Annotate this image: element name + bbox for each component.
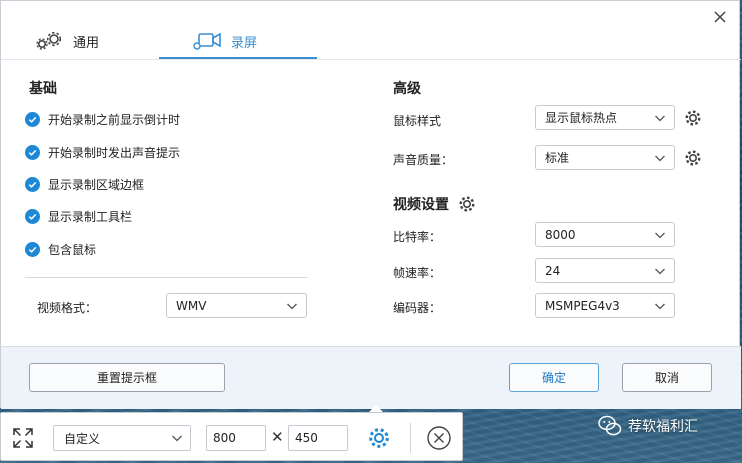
option-label: 显示录制区域边框 xyxy=(48,178,145,192)
toolbar-separator xyxy=(410,423,411,453)
width-value: 800 xyxy=(213,431,236,445)
ok-button[interactable]: 确定 xyxy=(509,363,599,392)
video-settings-label: 视频设置 xyxy=(393,197,449,213)
chevron-down-icon xyxy=(655,155,665,162)
tab-divider xyxy=(1,59,741,60)
advanced-section-title: 高级 xyxy=(393,81,421,97)
chevron-down-icon xyxy=(655,303,665,310)
audio-quality-label: 声音质量： xyxy=(393,153,454,167)
gear-icon[interactable] xyxy=(457,194,477,214)
mouse-style-value: 显示鼠标热点 xyxy=(545,111,618,125)
option-region-border[interactable]: 显示录制区域边框 xyxy=(25,176,144,193)
mouse-style-select[interactable]: 显示鼠标热点 xyxy=(535,105,675,130)
video-format-value: WMV xyxy=(176,298,207,313)
framerate-label: 帧速率： xyxy=(393,266,442,280)
gear-icon[interactable] xyxy=(683,108,703,128)
size-preset-value: 自定义 xyxy=(64,431,101,446)
checkbox-checked-icon xyxy=(25,145,40,160)
option-label: 开始录制时发出声音提示 xyxy=(48,146,181,160)
encoder-select[interactable]: MSMPEG4v3 xyxy=(535,293,675,318)
reset-prompts-button[interactable]: 重置提示框 xyxy=(29,363,225,392)
encoder-value: MSMPEG4v3 xyxy=(545,298,620,313)
times-symbol: ✕ xyxy=(271,428,284,446)
checkbox-checked-icon xyxy=(25,242,40,257)
option-label: 包含鼠标 xyxy=(48,243,97,257)
section-divider xyxy=(25,277,308,278)
video-settings-title: 视频设置 xyxy=(393,194,477,214)
bitrate-value: 8000 xyxy=(545,227,576,242)
video-camera-icon xyxy=(193,32,221,50)
tab-bar: 通用 录屏 xyxy=(1,1,741,60)
gear-icon[interactable] xyxy=(366,425,392,451)
expand-icon[interactable] xyxy=(11,426,35,450)
gear-pair-icon xyxy=(36,31,62,50)
option-include-mouse[interactable]: 包含鼠标 xyxy=(25,241,96,258)
recording-toolbar: 自定义 800 ✕ 450 xyxy=(0,412,463,461)
framerate-select[interactable]: 24 xyxy=(535,258,675,283)
watermark: 荐软福利汇 xyxy=(598,415,698,437)
chevron-down-icon xyxy=(172,435,182,442)
video-format-label: 视频格式： xyxy=(37,301,98,315)
tab-general-label: 通用 xyxy=(73,35,100,51)
height-value: 450 xyxy=(295,431,318,445)
mouse-style-label: 鼠标样式 xyxy=(393,114,442,128)
tab-record[interactable]: 录屏 xyxy=(193,25,257,57)
tab-record-label: 录屏 xyxy=(231,35,258,51)
bitrate-select[interactable]: 8000 xyxy=(535,222,675,247)
checkbox-checked-icon xyxy=(25,209,40,224)
gear-icon[interactable] xyxy=(683,148,703,168)
bitrate-label: 比特率： xyxy=(393,230,442,244)
close-circle-icon[interactable] xyxy=(426,425,452,451)
basic-section-title: 基础 xyxy=(29,81,57,97)
option-label: 开始录制之前显示倒计时 xyxy=(48,113,181,127)
tab-general[interactable]: 通用 xyxy=(35,25,99,57)
audio-quality-select[interactable]: 标准 xyxy=(535,145,675,170)
width-input[interactable]: 800 xyxy=(206,425,266,451)
encoder-label: 编码器： xyxy=(393,301,442,315)
checkbox-checked-icon xyxy=(25,112,40,127)
chevron-down-icon xyxy=(655,115,665,122)
video-format-select[interactable]: WMV xyxy=(166,293,307,318)
audio-quality-value: 标准 xyxy=(545,151,570,165)
cancel-button[interactable]: 取消 xyxy=(622,363,712,392)
chevron-down-icon xyxy=(287,303,297,310)
chevron-down-icon xyxy=(655,232,665,239)
framerate-value: 24 xyxy=(545,263,561,278)
wechat-icon xyxy=(598,415,622,436)
option-sound-prompt[interactable]: 开始录制时发出声音提示 xyxy=(25,144,180,161)
watermark-text: 荐软福利汇 xyxy=(628,419,698,435)
option-show-toolbar[interactable]: 显示录制工具栏 xyxy=(25,208,132,225)
option-label: 显示录制工具栏 xyxy=(48,210,133,224)
checkbox-checked-icon xyxy=(25,177,40,192)
option-countdown[interactable]: 开始录制之前显示倒计时 xyxy=(25,111,180,128)
height-input[interactable]: 450 xyxy=(288,425,348,451)
size-preset-select[interactable]: 自定义 xyxy=(53,425,191,451)
settings-dialog: 通用 录屏 基础 开始录制之前显示倒计时 开始录制时发出声音提示 显示录制区域边 xyxy=(0,0,741,409)
chevron-down-icon xyxy=(655,268,665,275)
dialog-footer: 重置提示框 确定 取消 xyxy=(1,346,741,409)
